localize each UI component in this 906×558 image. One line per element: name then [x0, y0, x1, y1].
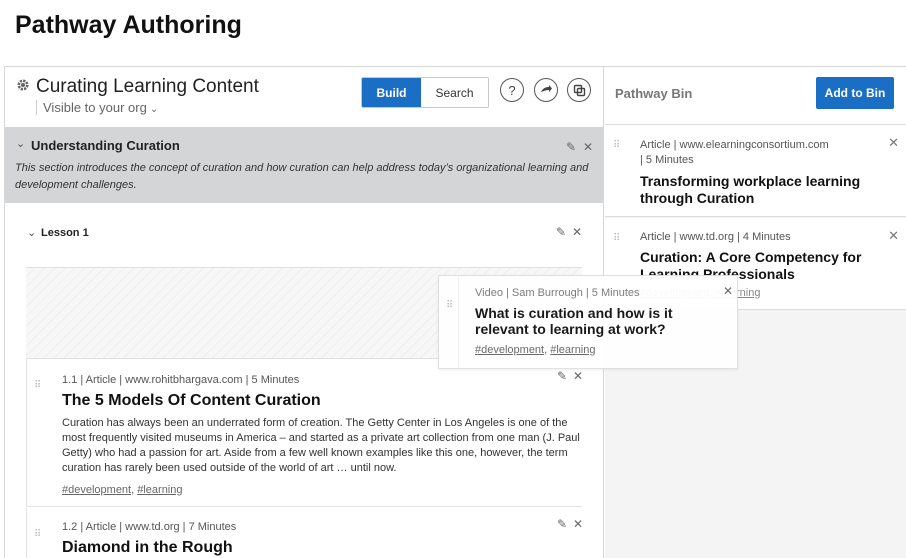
bin-header: Pathway Bin Add to Bin — [605, 67, 906, 125]
edit-icon[interactable]: ✎ — [556, 225, 566, 239]
help-icon[interactable]: ? — [500, 78, 524, 102]
bin-card-title[interactable]: Transforming workplace learning through … — [640, 173, 895, 207]
tag-link[interactable]: #learning — [137, 484, 182, 496]
share-icon[interactable] — [534, 78, 558, 102]
build-button[interactable]: Build — [362, 78, 421, 107]
close-icon[interactable]: ✕ — [888, 135, 899, 151]
bin-title: Pathway Bin — [615, 86, 693, 101]
edit-icon[interactable]: ✎ — [557, 369, 567, 383]
close-icon[interactable]: ✕ — [583, 140, 593, 154]
gear-icon[interactable] — [15, 77, 31, 93]
dragged-card-title[interactable]: What is curation and how is it relevant … — [475, 305, 715, 337]
chevron-down-icon[interactable]: ⌄ — [16, 137, 25, 150]
tag-link[interactable]: #development — [475, 344, 544, 356]
chevron-down-icon: ⌄ — [149, 104, 159, 115]
bin-card-meta: Article | www.td.org | 4 Minutes — [640, 231, 791, 243]
dragged-card[interactable]: ⠿ Video | Sam Burrough | 5 Minutes ✕ Wha… — [438, 275, 738, 369]
drag-handle-icon[interactable]: ⠿ — [34, 530, 41, 550]
edit-icon[interactable]: ✎ — [557, 517, 567, 531]
authoring-app: Curating Learning Content Visible to you… — [4, 66, 906, 558]
tag-link[interactable]: #development — [62, 484, 131, 496]
item-title[interactable]: The 5 Models Of Content Curation — [62, 392, 321, 410]
chevron-down-icon[interactable]: ⌄ — [27, 226, 36, 239]
visibility-dropdown[interactable]: Visible to your org ⌄ — [36, 100, 158, 115]
bin-card-meta: Article | www.elearningconsortium.com — [640, 139, 829, 151]
search-button[interactable]: Search — [421, 78, 488, 107]
item-meta: 1.2 | Article | www.td.org | 7 Minutes — [62, 521, 237, 533]
bin-card[interactable]: ⠿ Article | www.elearningconsortium.com … — [605, 125, 906, 217]
section-description: This section introduces the concept of c… — [15, 162, 589, 191]
close-icon[interactable]: ✕ — [573, 369, 583, 383]
close-icon[interactable]: ✕ — [572, 225, 582, 239]
item-title[interactable]: Diamond in the Rough — [62, 539, 233, 557]
lesson-title[interactable]: Lesson 1 — [41, 227, 89, 239]
close-icon[interactable]: ✕ — [573, 517, 583, 531]
dragged-card-tags: #development, #learning — [475, 344, 596, 356]
section-title[interactable]: Understanding Curation — [31, 138, 180, 153]
add-to-bin-button[interactable]: Add to Bin — [816, 77, 894, 109]
item-tags: #development, #learning — [62, 484, 183, 496]
drag-handle-icon[interactable]: ⠿ — [34, 381, 41, 401]
drag-handle-icon[interactable]: ⠿ — [613, 141, 620, 151]
section-header: ⌄ Understanding Curation ✎ ✕ This sectio… — [5, 127, 603, 203]
list-item[interactable]: ⠿ 1.2 | Article | www.td.org | 7 Minutes… — [26, 508, 583, 558]
pathway-header: Curating Learning Content Visible to you… — [5, 67, 603, 127]
bin-card-meta: | 5 Minutes — [640, 154, 694, 166]
item-meta: 1.1 | Article | www.rohitbhargava.com | … — [62, 374, 300, 386]
pathway-title[interactable]: Curating Learning Content — [36, 76, 259, 98]
page-title: Pathway Authoring — [15, 11, 242, 39]
visibility-label: Visible to your org — [43, 100, 147, 115]
drag-handle-icon[interactable]: ⠿ — [446, 301, 453, 311]
mode-toggle: Build Search — [361, 77, 489, 108]
card-divider — [458, 276, 459, 368]
item-description: Curation has always been an underrated f… — [62, 417, 580, 474]
close-icon[interactable]: ✕ — [888, 228, 899, 244]
edit-icon[interactable]: ✎ — [566, 140, 576, 154]
dragged-card-meta: Video | Sam Burrough | 5 Minutes — [475, 287, 640, 299]
close-icon[interactable]: ✕ — [723, 284, 733, 298]
copy-icon[interactable] — [567, 78, 591, 102]
tag-link[interactable]: #learning — [550, 344, 595, 356]
list-item[interactable]: ⠿ 1.1 | Article | www.rohitbhargava.com … — [26, 359, 583, 507]
drag-handle-icon[interactable]: ⠿ — [613, 234, 620, 244]
